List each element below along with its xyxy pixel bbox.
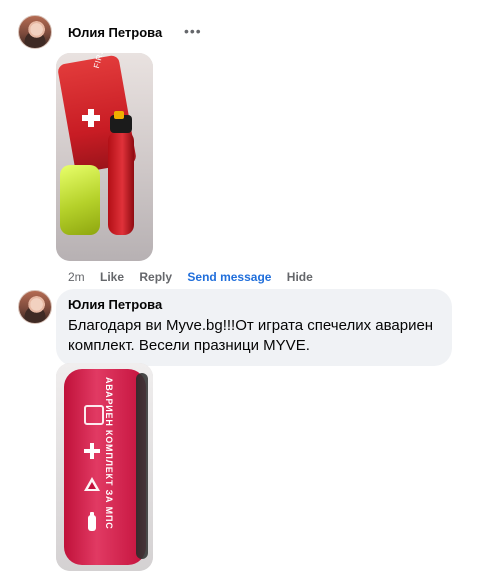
like-button[interactable]: Like	[100, 270, 124, 284]
tool-icon	[84, 405, 104, 425]
image-canvas: FIRST AID KIT	[56, 53, 153, 261]
extinguisher-icon	[88, 515, 96, 531]
comment-image-emergency-kit[interactable]: АВАРИЕН КОМПЛЕКТ ЗА МПС	[56, 363, 153, 571]
timestamp[interactable]: 2m	[68, 270, 85, 284]
comment-text: Благодаря ви Myve.bg!!!От играта спечели…	[68, 317, 434, 354]
avatar[interactable]	[18, 290, 52, 324]
reflective-vest	[60, 165, 100, 235]
image-canvas: АВАРИЕН КОМПЛЕКТ ЗА МПС	[56, 363, 153, 571]
comment-author-name[interactable]: Юлия Петрова	[68, 297, 440, 312]
emergency-kit-text: АВАРИЕН КОМПЛЕКТ ЗА МПС	[104, 377, 114, 530]
post-author-name[interactable]: Юлия Петрова	[68, 25, 162, 40]
extinguisher-pin	[114, 111, 124, 119]
hide-button[interactable]: Hide	[287, 270, 313, 284]
post-image-first-aid-kit[interactable]: FIRST AID KIT	[56, 53, 153, 261]
medical-cross-icon	[82, 109, 100, 127]
send-message-button[interactable]: Send message	[187, 270, 271, 284]
post-actions: 2m Like Reply Send message Hide	[68, 270, 325, 284]
fire-extinguisher	[108, 131, 134, 235]
warning-triangle-inner	[88, 482, 96, 489]
ellipsis-icon[interactable]: •••	[184, 23, 202, 39]
medical-cross-icon	[84, 443, 100, 459]
comment-bubble: Юлия Петрова Благодаря ви Myve.bg!!!От и…	[56, 289, 452, 366]
avatar[interactable]	[18, 15, 52, 49]
bag-strap	[136, 373, 148, 559]
reply-button[interactable]: Reply	[139, 270, 172, 284]
